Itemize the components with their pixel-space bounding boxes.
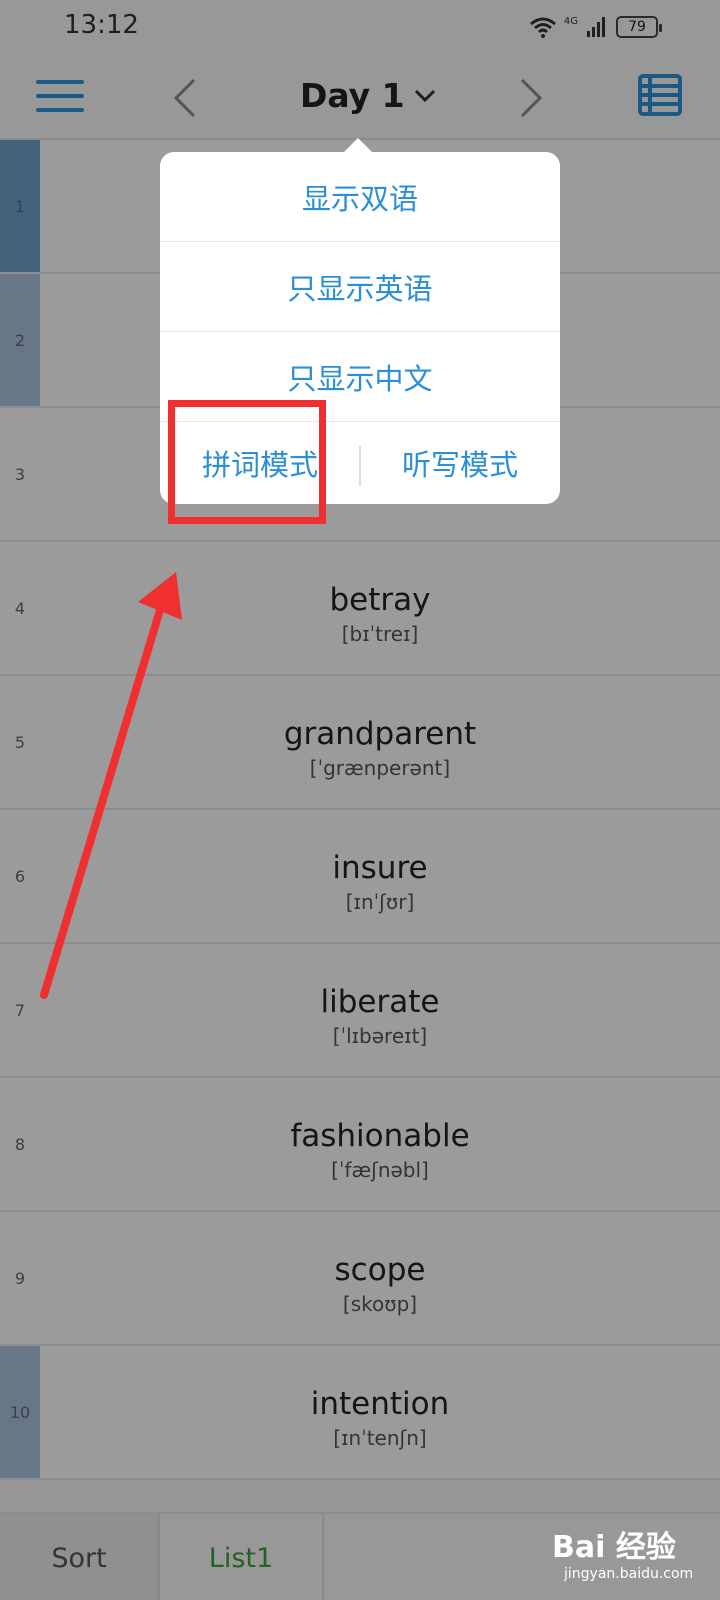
watermark: Bai 经验 jingyan.baidu.com (552, 1522, 702, 1592)
menu-item-show-bilingual[interactable]: 显示双语 (160, 152, 560, 242)
watermark-logo: Bai 经验 (552, 1530, 676, 1565)
menu-item-dictation-mode[interactable]: 听写模式 (360, 422, 560, 504)
menu-item-show-english-only[interactable]: 只显示英语 (160, 242, 560, 332)
annotation-highlight-box (168, 400, 326, 524)
popup-pointer (344, 138, 372, 152)
watermark-url: jingyan.baidu.com (564, 1566, 694, 1582)
